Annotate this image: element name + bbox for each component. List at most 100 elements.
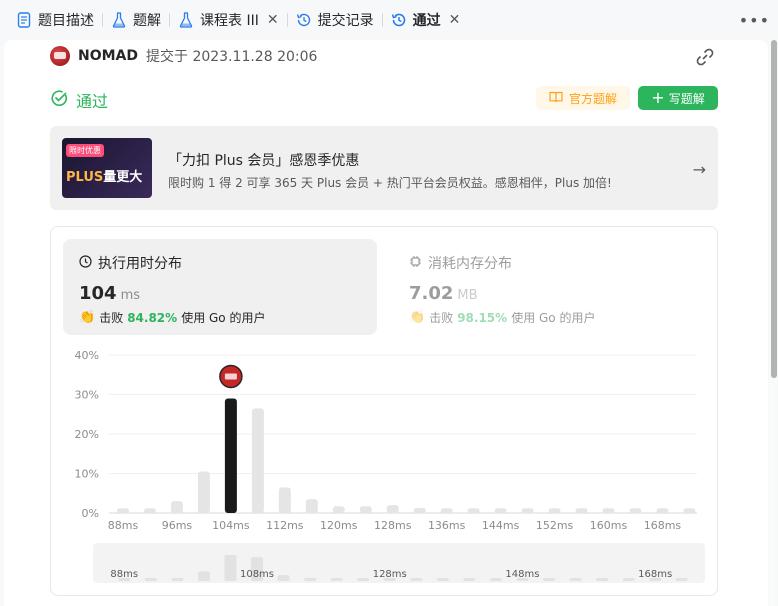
tab-submissions[interactable]: 提交记录 xyxy=(290,0,380,40)
bar[interactable] xyxy=(467,508,480,513)
scrollbar-thumb[interactable] xyxy=(771,40,777,378)
brush-tick-label: 168ms xyxy=(638,569,672,580)
beat-prefix: 击败 xyxy=(429,311,454,325)
bar[interactable] xyxy=(494,508,507,513)
x-tick-label: 160ms xyxy=(590,519,628,532)
bar[interactable] xyxy=(440,508,453,513)
memory-stat-tab[interactable]: 消耗内存分布 7.02 MB 👏 击败 98.15% 使用 Go 的用户 xyxy=(393,239,707,335)
brush-bar xyxy=(436,578,449,581)
y-tick-label: 0% xyxy=(82,507,99,520)
brush-tick-label: 148ms xyxy=(505,569,539,580)
tab-course-schedule[interactable]: 课程表 III ✕ xyxy=(172,0,285,40)
bar-highlighted[interactable] xyxy=(224,398,237,513)
write-solution-button[interactable]: + 写题解 xyxy=(638,86,718,110)
brush-tick-label: 128ms xyxy=(373,569,407,580)
bar[interactable] xyxy=(305,499,318,513)
runtime-stat-tab[interactable]: 执行用时分布 104 ms 👏 击败 84.82% 使用 Go 的用户 xyxy=(63,239,377,335)
brush-bar xyxy=(197,571,210,581)
memory-beat: 👏 击败 98.15% 使用 Go 的用户 xyxy=(409,309,595,326)
bar[interactable] xyxy=(683,508,696,513)
x-tick-label: 144ms xyxy=(482,519,520,532)
tab-bar: 题目描述 题解 课程表 III ✕ 提交记录 通过 ✕ ••• xyxy=(0,0,778,40)
x-tick-label: 88ms xyxy=(108,519,139,532)
bar[interactable] xyxy=(170,501,183,513)
brush-bar xyxy=(171,578,184,581)
bar[interactable] xyxy=(521,508,534,513)
stats-card: 执行用时分布 104 ms 👏 击败 84.82% 使用 Go 的用户 消耗内存分… xyxy=(50,226,718,596)
avatar[interactable] xyxy=(50,46,70,66)
runtime-unit: ms xyxy=(120,288,141,303)
brush-chart[interactable]: 88ms 108ms 128ms 148ms 168ms xyxy=(93,543,705,583)
brush-bar xyxy=(569,578,582,581)
x-tick-label: 152ms xyxy=(536,519,574,532)
x-tick-label: 136ms xyxy=(428,519,466,532)
x-tick-label: 96ms xyxy=(162,519,193,532)
tab-label: 题解 xyxy=(133,13,161,29)
bar[interactable] xyxy=(656,508,669,513)
beat-percent: 84.82% xyxy=(127,310,178,325)
brush-bar xyxy=(304,577,317,581)
x-tick-label: 112ms xyxy=(266,519,304,532)
bar[interactable] xyxy=(117,508,129,513)
chip-icon xyxy=(409,255,422,272)
user-avatar-marker xyxy=(219,364,243,389)
tab-accepted[interactable]: 通过 ✕ xyxy=(385,0,467,40)
bar[interactable] xyxy=(197,471,210,513)
bar[interactable] xyxy=(575,508,588,513)
flask-icon xyxy=(111,12,127,28)
arrow-right-icon[interactable]: → xyxy=(693,160,706,179)
official-solution-button[interactable]: 官方题解 xyxy=(536,86,630,110)
plus-promo-banner[interactable]: 限时优惠 PLUS量更大 「力扣 Plus 会员」感恩季优惠 限时购 1 得 2… xyxy=(50,126,718,210)
runtime-beat: 👏 击败 84.82% 使用 Go 的用户 xyxy=(79,309,265,326)
tab-label: 题目描述 xyxy=(38,13,94,29)
promo-image-caption: 量更大 xyxy=(103,170,143,185)
link-icon[interactable] xyxy=(694,46,716,68)
author-name[interactable]: NOMAD xyxy=(78,48,138,64)
bar[interactable] xyxy=(251,408,264,513)
promo-subtitle: 限时购 1 得 2 可享 365 天 Plus 会员 + 热门平台会员权益。感恩… xyxy=(168,176,612,190)
brush-bar xyxy=(463,578,476,581)
x-tick-label: 104ms xyxy=(212,519,250,532)
tab-description[interactable]: 题目描述 xyxy=(10,0,100,40)
submission-panel: NOMAD 提交于 2023.11.28 20:06 通过 官方题解 + 写题解… xyxy=(4,40,768,606)
promo-plus-word: PLUS xyxy=(66,170,104,185)
bar[interactable] xyxy=(629,508,642,513)
promo-title: 「力扣 Plus 会员」感恩季优惠 xyxy=(168,153,360,169)
bar[interactable] xyxy=(278,487,291,513)
history-icon xyxy=(296,12,312,28)
document-icon xyxy=(16,12,32,28)
promo-badge: 限时优惠 xyxy=(66,144,104,157)
brush-bar xyxy=(489,578,502,581)
runtime-label: 执行用时分布 xyxy=(79,253,182,273)
bar[interactable] xyxy=(548,508,561,513)
tab-label: 课程表 III xyxy=(200,13,259,29)
brush-bar xyxy=(144,578,157,581)
history-icon xyxy=(391,12,407,28)
brush-bar xyxy=(596,578,609,581)
close-icon[interactable]: ✕ xyxy=(449,12,461,28)
runtime-value: 104 ms xyxy=(79,283,140,304)
official-solution-label: 官方题解 xyxy=(568,91,617,106)
bar[interactable] xyxy=(602,508,615,513)
close-icon[interactable]: ✕ xyxy=(267,12,279,28)
tab-solutions[interactable]: 题解 xyxy=(105,0,167,40)
status-text: 通过 xyxy=(76,92,109,111)
clap-icon: 👏 xyxy=(409,310,426,325)
submit-time: 提交于 2023.11.28 20:06 xyxy=(146,49,318,65)
clap-icon: 👏 xyxy=(79,310,96,325)
beat-suffix: 使用 Go 的用户 xyxy=(511,311,596,325)
bar[interactable] xyxy=(413,507,426,513)
runtime-label-text: 执行用时分布 xyxy=(98,256,182,272)
bar[interactable] xyxy=(143,508,156,513)
x-tick-label: 120ms xyxy=(320,519,358,532)
tab-divider xyxy=(169,13,170,27)
memory-label-text: 消耗内存分布 xyxy=(428,256,512,272)
bar[interactable] xyxy=(359,506,372,513)
bar[interactable] xyxy=(386,505,399,513)
brush-bar xyxy=(357,578,370,581)
brush-bar xyxy=(224,554,237,581)
beat-percent: 98.15% xyxy=(457,310,508,325)
bar[interactable] xyxy=(332,506,345,513)
more-icon[interactable]: ••• xyxy=(739,11,770,30)
y-tick-label: 10% xyxy=(75,468,99,481)
